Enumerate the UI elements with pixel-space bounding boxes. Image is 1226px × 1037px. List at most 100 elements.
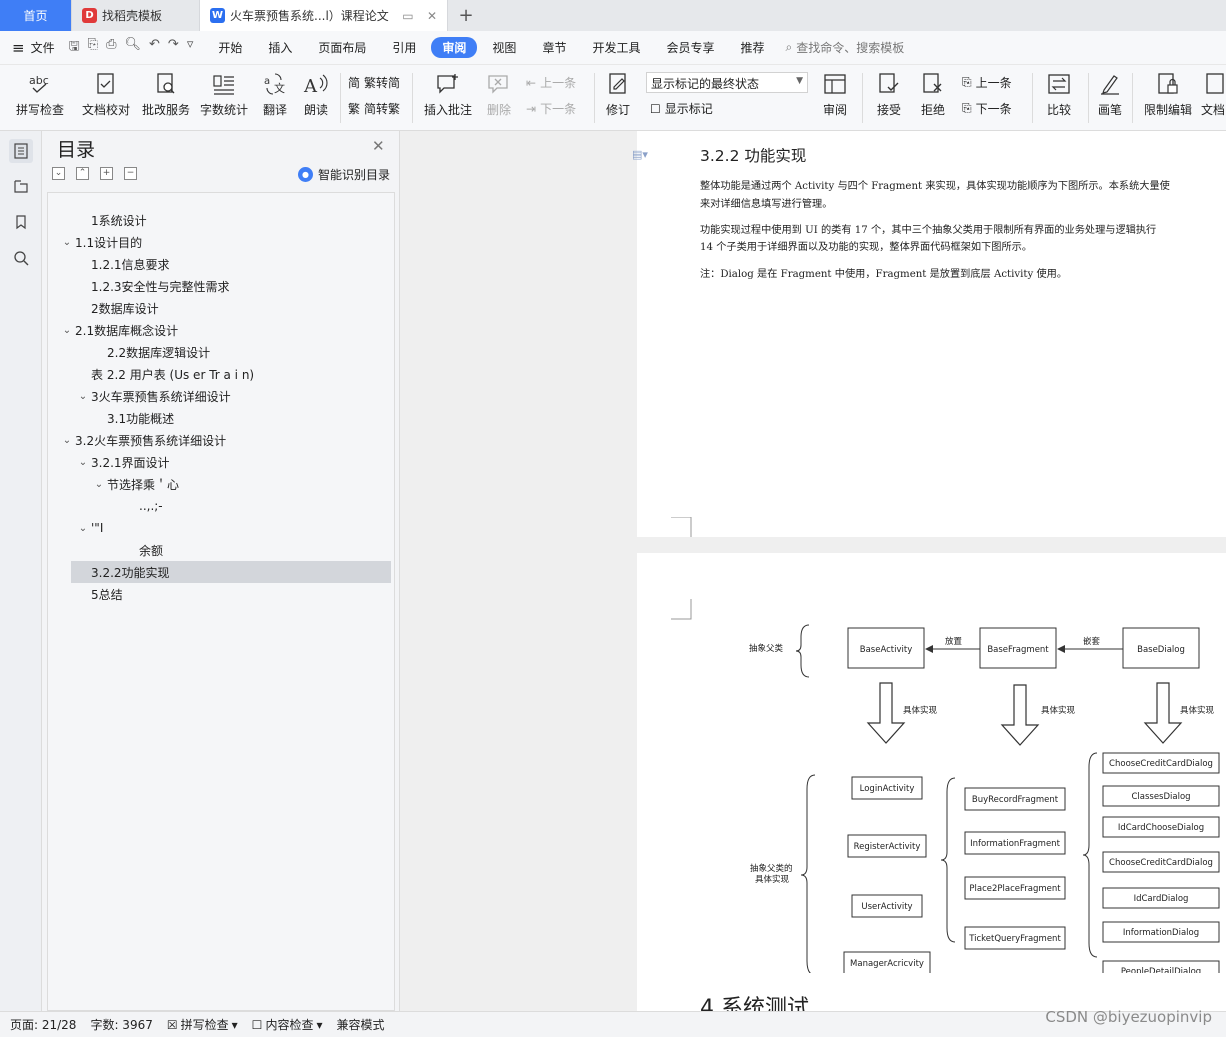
menu-insert[interactable]: 插入 <box>257 37 303 58</box>
menu-developer[interactable]: 开发工具 <box>581 37 651 58</box>
toc-item[interactable]: ⌄ 3.2.1界面设计 <box>71 451 391 473</box>
menu-page-layout[interactable]: 页面布局 <box>307 37 377 58</box>
undo-icon[interactable]: ↶ <box>149 37 160 59</box>
spell-check-button[interactable]: abc 拼写检查 <box>10 71 70 118</box>
toc-item[interactable]: 5总结 <box>71 583 391 605</box>
toc-item[interactable]: 3.1功能概述 <box>71 407 391 429</box>
toc-panel: 目录 ✕ ⌄ ⌃ + − ● 智能识别目录 1系统设计 ⌄ 1.1设计目的 1.2.1… <box>42 131 400 1011</box>
doc-more-button[interactable]: 文档 <box>1200 71 1226 118</box>
collapse-all-icon[interactable]: ⌄ <box>52 167 65 180</box>
command-search[interactable]: ⌕ 查找命令、搜索模板 <box>786 39 905 56</box>
chevron-down-icon[interactable]: ⌄ <box>77 523 89 534</box>
compare-button[interactable]: 比较 <box>1040 71 1078 118</box>
word-count-indicator[interactable]: 字数: 3967 <box>90 1016 152 1033</box>
concrete-label-fragment: 具体实现 <box>1041 705 1076 716</box>
chevron-down-icon[interactable]: ⌄ <box>61 435 73 446</box>
revise-service-button[interactable]: 批改服务 <box>140 71 192 118</box>
toc-item[interactable]: 3.2.2功能实现 <box>71 561 391 583</box>
toc-item[interactable]: ⌄ 节选择乘＇心 <box>71 473 391 495</box>
reject-button[interactable]: 拒绝 <box>914 71 952 118</box>
word-count-button[interactable]: 字数统计 <box>198 71 250 118</box>
menu-section[interactable]: 章节 <box>531 37 577 58</box>
chevron-down-icon[interactable]: ⌄ <box>93 479 105 490</box>
toc-item[interactable]: ..,.;- <box>71 495 391 517</box>
tab-close-icon[interactable]: ✕ <box>421 9 437 23</box>
file-menu-button[interactable]: ≡ 文件 <box>12 39 55 57</box>
show-markup-button[interactable]: ☐ 显示标记 <box>650 100 713 117</box>
prev-comment-button[interactable]: ⇤ 上一条 <box>526 74 576 91</box>
prev-change-button[interactable]: ⎘ 上一条 <box>962 74 1012 91</box>
delete-comment-button[interactable]: 删除 <box>480 71 518 118</box>
spell-check-status[interactable]: ☒ 拼写检查 ▾ <box>167 1016 238 1033</box>
add-heading-icon[interactable]: + <box>100 167 113 180</box>
accept-button[interactable]: 接受 <box>870 71 908 118</box>
prev-change-icon: ⎘ <box>962 75 972 89</box>
save-icon[interactable]: 🖫 <box>69 37 80 59</box>
toc-item[interactable]: 1.2.3安全性与完整性需求 <box>71 275 391 297</box>
review-pane-button[interactable]: 审阅 <box>816 71 854 118</box>
chapter-nav-icon[interactable] <box>9 174 33 198</box>
toc-item[interactable]: 2数据库设计 <box>71 297 391 319</box>
menu-view[interactable]: 视图 <box>481 37 527 58</box>
page-indicator[interactable]: 页面: 21/28 <box>10 1016 76 1033</box>
remove-heading-icon[interactable]: − <box>124 167 137 180</box>
bookmark-icon[interactable] <box>9 210 33 234</box>
embed-label: 嵌套 <box>1083 636 1101 647</box>
simp-to-trad-button[interactable]: 繁 简转繁 <box>348 100 400 117</box>
read-aloud-button[interactable]: A 朗读 <box>300 71 332 118</box>
close-icon[interactable]: ✕ <box>372 137 385 155</box>
expand-up-icon[interactable]: ⌃ <box>76 167 89 180</box>
bracket <box>1082 752 1098 958</box>
toc-item[interactable]: 余额 <box>71 539 391 561</box>
trad-to-simp-button[interactable]: 简 繁转简 <box>348 74 400 91</box>
export-pdf-icon[interactable]: ⎘ <box>88 37 98 59</box>
content-check-status[interactable]: ☐ 内容检查 ▾ <box>252 1016 323 1033</box>
print-preview-icon[interactable]: 🔍︎ <box>124 37 141 59</box>
more-dropdown-icon[interactable]: ▿ <box>187 37 194 59</box>
chevron-down-icon[interactable]: ⌄ <box>61 237 73 248</box>
toc-item[interactable]: 1系统设计 <box>71 209 391 231</box>
toc-item[interactable]: ⌄ 1.1设计目的 <box>63 231 391 253</box>
pen-button[interactable]: 画笔 <box>1094 71 1126 118</box>
translate-button[interactable]: a文 翻译 <box>256 71 294 118</box>
insert-comment-button[interactable]: 插入批注 <box>420 71 476 118</box>
word-count-icon <box>211 71 237 97</box>
toc-panel-icon[interactable] <box>9 139 33 163</box>
tab-home[interactable]: 首页 <box>0 0 72 31</box>
toc-item[interactable]: ⌄ '"I <box>71 517 391 539</box>
markup-state-select[interactable]: 显示标记的最终状态 ▼ <box>646 72 808 93</box>
toc-item[interactable]: ⌄ 3火车票预售系统详细设计 <box>71 385 391 407</box>
chevron-down-icon[interactable]: ⌄ <box>77 391 89 402</box>
new-tab-button[interactable]: + <box>448 0 484 31</box>
print-icon[interactable]: ⎙ <box>106 37 116 59</box>
menu-review[interactable]: 审阅 <box>431 37 478 58</box>
tab-document[interactable]: W 火车票预售系统...l）课程论文 ▭ ✕ <box>200 0 448 31</box>
document-map-icon[interactable]: ▤▾ <box>632 148 648 161</box>
chevron-down-icon[interactable]: ⌄ <box>61 325 73 336</box>
menu-references[interactable]: 引用 <box>381 37 427 58</box>
dialog-class-label: IdCardDialog <box>1134 894 1189 904</box>
find-icon[interactable] <box>9 246 33 270</box>
place-label: 放置 <box>945 636 963 647</box>
restrict-edit-button[interactable]: 限制编辑 <box>1140 71 1196 118</box>
tab-window-icon[interactable]: ▭ <box>396 9 413 23</box>
doc-proof-button[interactable]: 文档校对 <box>80 71 132 118</box>
menu-start[interactable]: 开始 <box>207 37 253 58</box>
menu-member[interactable]: 会员专享 <box>655 37 725 58</box>
chevron-down-icon[interactable]: ⌄ <box>77 457 89 468</box>
toc-item[interactable]: ⌄ 2.1数据库概念设计 <box>63 319 391 341</box>
next-change-button[interactable]: ⎘ 下一条 <box>962 100 1012 117</box>
toc-item[interactable]: 1.2.1信息要求 <box>71 253 391 275</box>
redo-icon[interactable]: ↷ <box>168 37 179 59</box>
menu-recommend[interactable]: 推荐 <box>729 37 775 58</box>
smart-toc-button[interactable]: ● 智能识别目录 <box>298 166 390 183</box>
toc-item[interactable]: 2.2数据库逻辑设计 <box>71 341 391 363</box>
next-comment-button[interactable]: ⇥ 下一条 <box>526 100 576 117</box>
toc-item[interactable]: 表 2.2 用户表 (Us er Tr a i n) <box>71 363 391 385</box>
track-changes-button[interactable]: 修订 <box>600 71 636 118</box>
tab-templates[interactable]: D 找稻壳模板 <box>72 0 200 31</box>
paragraph-line: 来对详细信息填写进行管理。 <box>700 199 833 210</box>
spell-check-status-icon: ☒ <box>166 1017 178 1032</box>
next-change-label: 下一条 <box>975 102 1012 116</box>
toc-item[interactable]: ⌄ 3.2火车票预售系统详细设计 <box>63 429 391 451</box>
